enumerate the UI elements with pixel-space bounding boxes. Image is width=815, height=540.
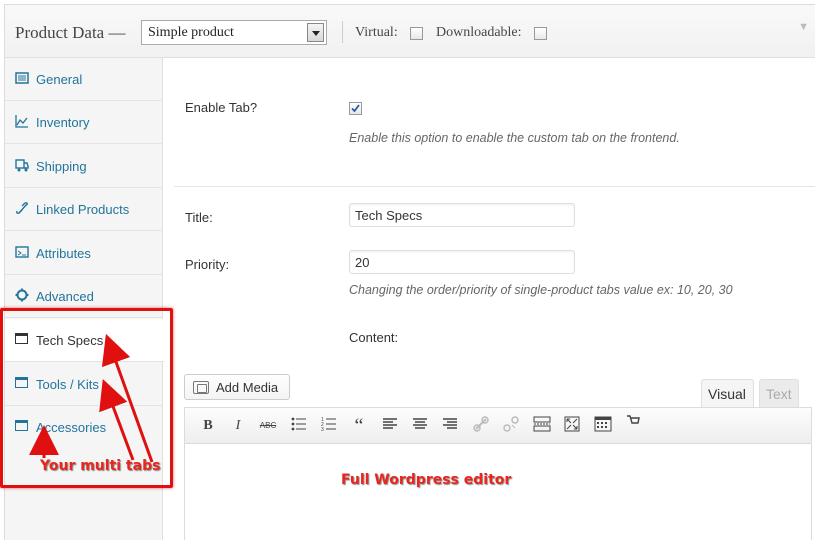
tab-attributes[interactable]: Attributes — [5, 232, 163, 275]
unlink-icon[interactable] — [501, 416, 521, 436]
tab-content-panel: Enable Tab? Enable this option to enable… — [164, 58, 815, 540]
tab-title-input[interactable] — [349, 203, 575, 227]
priority-description: Changing the order/priority of single-pr… — [349, 283, 733, 297]
tab-label: General — [36, 72, 83, 87]
tab-label: Advanced — [36, 289, 94, 304]
tab-visual[interactable]: Visual — [701, 379, 754, 407]
checkmark-icon — [351, 104, 360, 113]
numbered-list-icon[interactable]: 123 — [319, 416, 339, 436]
align-left-icon[interactable] — [380, 416, 400, 436]
virtual-checkbox[interactable] — [410, 27, 423, 40]
italic-icon[interactable]: I — [228, 416, 248, 436]
svg-text:3: 3 — [321, 427, 324, 432]
woocommerce-icon[interactable] — [623, 413, 643, 433]
header-divider — [342, 21, 343, 43]
priority-label: Priority: — [185, 257, 230, 272]
strikethrough-icon[interactable]: ABC — [258, 416, 278, 436]
annotation-full-editor: Full Wordpress editor — [341, 472, 512, 488]
virtual-label: Virtual: — [355, 25, 398, 40]
tab-label: Linked Products — [36, 202, 130, 217]
shipping-icon — [15, 158, 29, 172]
content-label: Content: — [349, 330, 399, 345]
collapse-toggle-icon[interactable]: ▼ — [798, 21, 809, 33]
align-right-icon[interactable] — [440, 416, 460, 436]
editor-content-area[interactable] — [184, 444, 812, 540]
attributes-icon — [15, 245, 29, 259]
toolbar-toggle-icon[interactable] — [593, 416, 613, 436]
tab-inventory[interactable]: Inventory — [5, 101, 163, 144]
link-icon — [15, 201, 29, 215]
priority-input[interactable] — [349, 250, 575, 274]
downloadable-label: Downloadable: — [436, 25, 522, 40]
tab-label: Shipping — [36, 159, 87, 174]
inventory-icon — [15, 114, 29, 128]
tab-general[interactable]: General — [5, 58, 163, 101]
panel-header: Product Data — Simple product Virtual: D… — [5, 5, 815, 58]
blockquote-icon[interactable]: “ — [349, 416, 369, 436]
bold-icon[interactable]: B — [198, 416, 218, 436]
title-label: Title: — [185, 210, 213, 225]
general-icon — [15, 71, 29, 85]
tab-text[interactable]: Text — [759, 379, 799, 407]
tab-shipping[interactable]: Shipping — [5, 145, 163, 188]
enable-tab-label: Enable Tab? — [185, 100, 258, 115]
tab-linked-products[interactable]: Linked Products — [5, 188, 163, 231]
tab-label: Inventory — [36, 115, 90, 130]
product-type-value: Simple product — [148, 25, 234, 40]
add-media-label: Add Media — [216, 380, 279, 395]
chevron-down-icon[interactable] — [307, 23, 324, 42]
annotation-multi-tabs: Your multi tabs — [40, 458, 161, 474]
editor-toolbar: B I ABC 123 “ — [184, 407, 812, 444]
gear-icon — [15, 288, 29, 302]
enable-tab-description: Enable this option to enable the custom … — [349, 131, 680, 145]
bullet-list-icon[interactable] — [289, 416, 309, 436]
enable-tab-checkbox[interactable] — [349, 102, 362, 115]
section-divider — [174, 186, 815, 187]
fullscreen-icon[interactable] — [562, 416, 582, 436]
downloadable-checkbox[interactable] — [534, 27, 547, 40]
panel-title: Product Data — — [15, 23, 126, 42]
align-center-icon[interactable] — [410, 416, 430, 436]
product-type-select[interactable]: Simple product — [141, 20, 327, 45]
link-icon[interactable] — [471, 416, 491, 436]
add-media-button[interactable]: Add Media — [184, 374, 290, 400]
media-icon — [193, 381, 209, 394]
read-more-icon[interactable] — [532, 416, 552, 436]
tab-label: Attributes — [36, 246, 91, 261]
